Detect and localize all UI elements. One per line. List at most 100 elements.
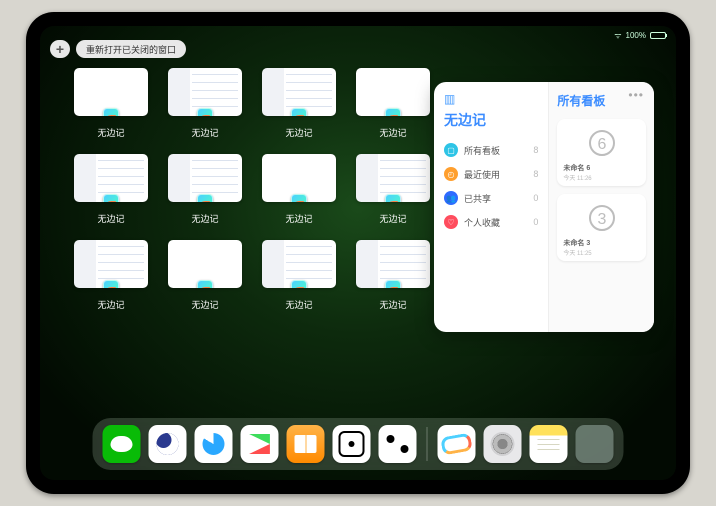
heart-icon: ♡ <box>444 215 458 229</box>
screen: ᯤ 100% + 重新打开已关闭的窗口 无边记无边记无边记无边记无边记无边记无边… <box>40 26 676 480</box>
freeform-app-icon <box>385 108 401 116</box>
window-preview <box>74 154 148 202</box>
svg-text:6: 6 <box>597 136 606 153</box>
sidebar-icon: ▥ <box>444 92 538 106</box>
popover-list: ▢所有看板8◴最近使用8👥已共享0♡个人收藏0 <box>444 138 538 234</box>
freeform-app-icon <box>291 280 307 288</box>
freeform-app-icon <box>103 108 119 116</box>
popover-list-item[interactable]: ◴最近使用8 <box>444 162 538 186</box>
window-label: 无边记 <box>285 126 312 139</box>
window-thumbnail[interactable]: 无边记 <box>166 154 244 226</box>
freeform-app-icon <box>291 108 307 116</box>
people-icon: 👥 <box>444 191 458 205</box>
window-label: 无边记 <box>97 212 124 225</box>
freeform-app-icon <box>103 280 119 288</box>
window-preview <box>262 154 336 202</box>
window-label: 无边记 <box>285 212 312 225</box>
boards-list: 6 未命名 6今天 11:26 3 未命名 3今天 11:25 <box>557 119 646 261</box>
dock-app-dice[interactable] <box>333 425 371 463</box>
dock-app-x[interactable] <box>379 425 417 463</box>
window-thumbnail[interactable]: 无边记 <box>72 240 150 312</box>
window-thumbnail[interactable]: 无边记 <box>166 68 244 140</box>
dock-app-notes[interactable] <box>530 425 568 463</box>
freeform-app-icon <box>385 194 401 202</box>
window-label: 无边记 <box>97 126 124 139</box>
board-date: 今天 11:26 <box>563 173 591 182</box>
dock-app-folder[interactable] <box>576 425 614 463</box>
item-label: 所有看板 <box>464 144 500 157</box>
board-item[interactable]: 6 未命名 6今天 11:26 <box>557 119 646 186</box>
window-grid: 无边记无边记无边记无边记无边记无边记无边记无边记无边记无边记无边记无边记 <box>72 68 442 312</box>
freeform-popover: ••• ▥ 无边记 ▢所有看板8◴最近使用8👥已共享0♡个人收藏0 所有看板 6… <box>434 82 654 332</box>
dock-app-wechat[interactable] <box>103 425 141 463</box>
window-label: 无边记 <box>191 212 218 225</box>
dock-app-play[interactable] <box>241 425 279 463</box>
window-preview <box>168 154 242 202</box>
board-preview: 6 <box>582 125 622 161</box>
battery-icon <box>650 32 666 39</box>
dock-app-app2[interactable] <box>149 425 187 463</box>
freeform-app-icon <box>197 108 213 116</box>
reopen-label: 重新打开已关闭的窗口 <box>86 43 176 56</box>
item-count: 0 <box>533 193 538 203</box>
window-preview <box>356 240 430 288</box>
window-preview <box>356 154 430 202</box>
popover-list-item[interactable]: ♡ 个人收藏 0 <box>444 210 538 234</box>
clock-icon: ◴ <box>444 167 458 181</box>
board-name: 未命名 6 <box>563 163 590 173</box>
dock-app-freeform[interactable] <box>438 425 476 463</box>
svg-text:3: 3 <box>597 211 606 228</box>
dock <box>93 418 624 470</box>
board-item[interactable]: 3 未命名 3今天 11:25 <box>557 194 646 261</box>
item-label: 个人收藏 <box>464 216 500 229</box>
window-thumbnail[interactable]: 无边记 <box>72 154 150 226</box>
window-thumbnail[interactable]: 无边记 <box>354 240 432 312</box>
window-label: 无边记 <box>191 126 218 139</box>
status-bar: ᯤ 100% <box>614 30 666 41</box>
item-label: 最近使用 <box>464 168 500 181</box>
reopen-closed-window-button[interactable]: 重新打开已关闭的窗口 <box>76 40 186 58</box>
item-label: 已共享 <box>464 192 491 205</box>
board-preview: 3 <box>582 200 622 236</box>
window-preview <box>168 68 242 116</box>
window-label: 无边记 <box>379 298 406 311</box>
window-thumbnail[interactable]: 无边记 <box>166 240 244 312</box>
window-preview <box>74 68 148 116</box>
window-thumbnail[interactable]: 无边记 <box>72 68 150 140</box>
popover-sidebar: ▥ 无边记 ▢所有看板8◴最近使用8👥已共享0♡个人收藏0 <box>434 82 548 332</box>
window-thumbnail[interactable]: 无边记 <box>260 154 338 226</box>
window-label: 无边记 <box>97 298 124 311</box>
popover-list-item[interactable]: 👥 已共享 0 <box>444 186 538 210</box>
wifi-icon: ᯤ <box>614 30 621 41</box>
window-thumbnail[interactable]: 无边记 <box>354 154 432 226</box>
window-preview <box>262 68 336 116</box>
window-preview <box>262 240 336 288</box>
item-count: 0 <box>533 217 538 227</box>
window-thumbnail[interactable]: 无边记 <box>354 68 432 140</box>
dock-separator <box>427 427 428 461</box>
top-controls: + 重新打开已关闭的窗口 <box>50 40 186 58</box>
freeform-app-icon <box>197 280 213 288</box>
window-preview <box>74 240 148 288</box>
dock-app-app3[interactable] <box>195 425 233 463</box>
window-label: 无边记 <box>379 126 406 139</box>
window-preview <box>168 240 242 288</box>
freeform-app-icon <box>385 280 401 288</box>
window-thumbnail[interactable]: 无边记 <box>260 240 338 312</box>
board-name: 未命名 3 <box>563 238 590 248</box>
plus-icon: + <box>56 41 64 57</box>
board-date: 今天 11:25 <box>563 248 591 257</box>
popover-list-item[interactable]: ▢所有看板8 <box>444 138 538 162</box>
popover-title: 无边记 <box>444 110 538 130</box>
freeform-app-icon <box>103 194 119 202</box>
new-window-button[interactable]: + <box>50 40 70 58</box>
battery-pct: 100% <box>626 31 646 40</box>
item-count: 8 <box>533 145 538 155</box>
window-label: 无边记 <box>379 212 406 225</box>
dock-app-settings[interactable] <box>484 425 522 463</box>
more-button[interactable]: ••• <box>628 88 644 102</box>
window-thumbnail[interactable]: 无边记 <box>260 68 338 140</box>
freeform-app-icon <box>291 194 307 202</box>
window-label: 无边记 <box>191 298 218 311</box>
dock-app-books[interactable] <box>287 425 325 463</box>
